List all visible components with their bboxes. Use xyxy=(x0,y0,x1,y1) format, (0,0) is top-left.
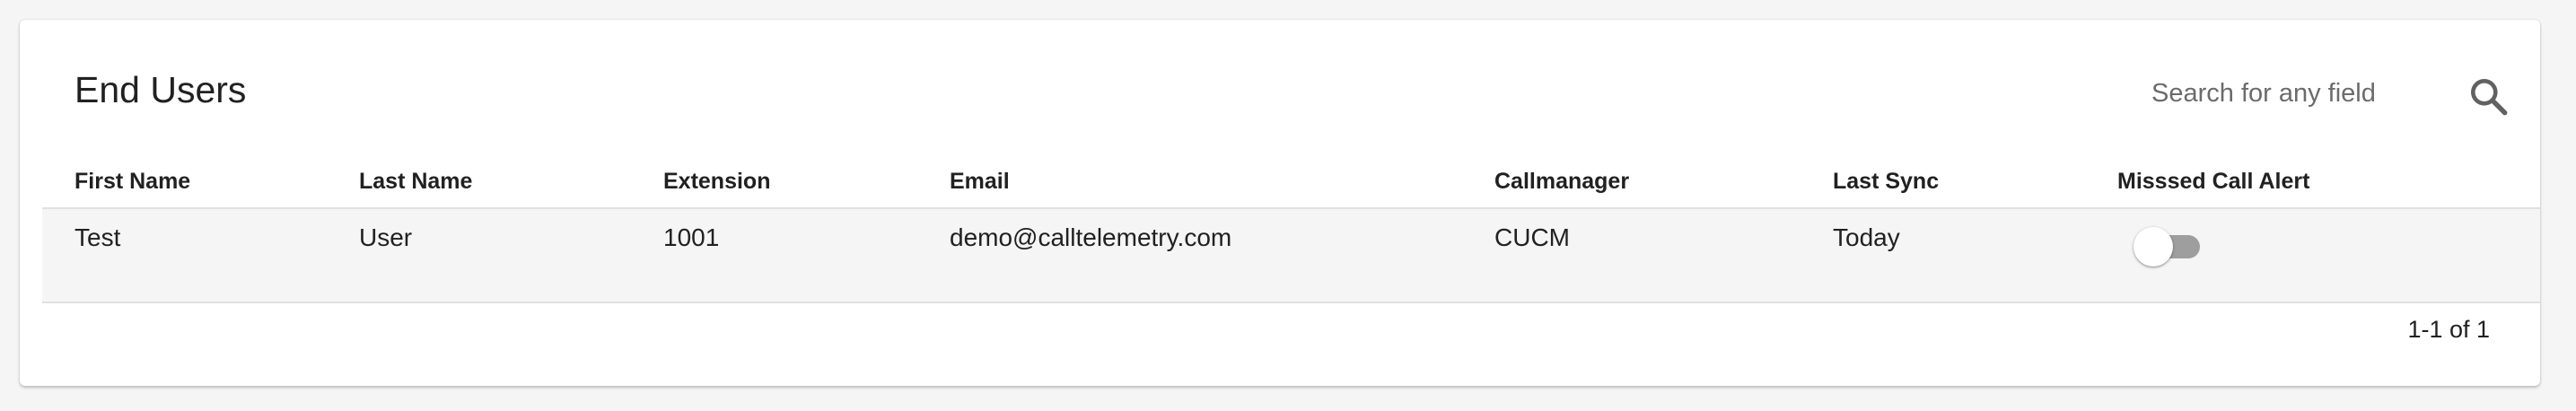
cell-last-sync: Today xyxy=(1833,208,2117,303)
cell-first-name: Test xyxy=(42,208,359,303)
table-row[interactable]: Test User 1001 demo@calltelemetry.com CU… xyxy=(42,208,2540,303)
cell-email: demo@calltelemetry.com xyxy=(950,208,1494,303)
column-header-callmanager[interactable]: Callmanager xyxy=(1494,156,1833,209)
column-header-last-sync[interactable]: Last Sync xyxy=(1833,156,2117,209)
search-icon[interactable] xyxy=(2466,74,2511,119)
cell-missed-call-alert xyxy=(2117,208,2540,303)
column-header-missed-call-alert[interactable]: Misssed Call Alert xyxy=(2117,156,2540,209)
end-users-table: First Name Last Name Extension Email Cal… xyxy=(42,156,2540,303)
column-header-email[interactable]: Email xyxy=(950,156,1494,209)
cell-extension: 1001 xyxy=(663,208,950,303)
cell-callmanager: CUCM xyxy=(1494,208,1833,303)
end-users-card: End Users First Name Last Name Extension… xyxy=(20,20,2540,386)
column-header-last-name[interactable]: Last Name xyxy=(359,156,663,209)
column-header-extension[interactable]: Extension xyxy=(663,156,950,209)
toggle-thumb xyxy=(2134,227,2173,267)
missed-call-alert-toggle[interactable] xyxy=(2134,227,2204,267)
pagination-range: 1-1 of 1 xyxy=(2407,316,2490,343)
table-header-row: First Name Last Name Extension Email Cal… xyxy=(42,156,2540,209)
page-title: End Users xyxy=(74,69,247,110)
cell-last-name: User xyxy=(359,208,663,303)
search-input[interactable] xyxy=(2151,72,2403,115)
column-header-first-name[interactable]: First Name xyxy=(42,156,359,209)
